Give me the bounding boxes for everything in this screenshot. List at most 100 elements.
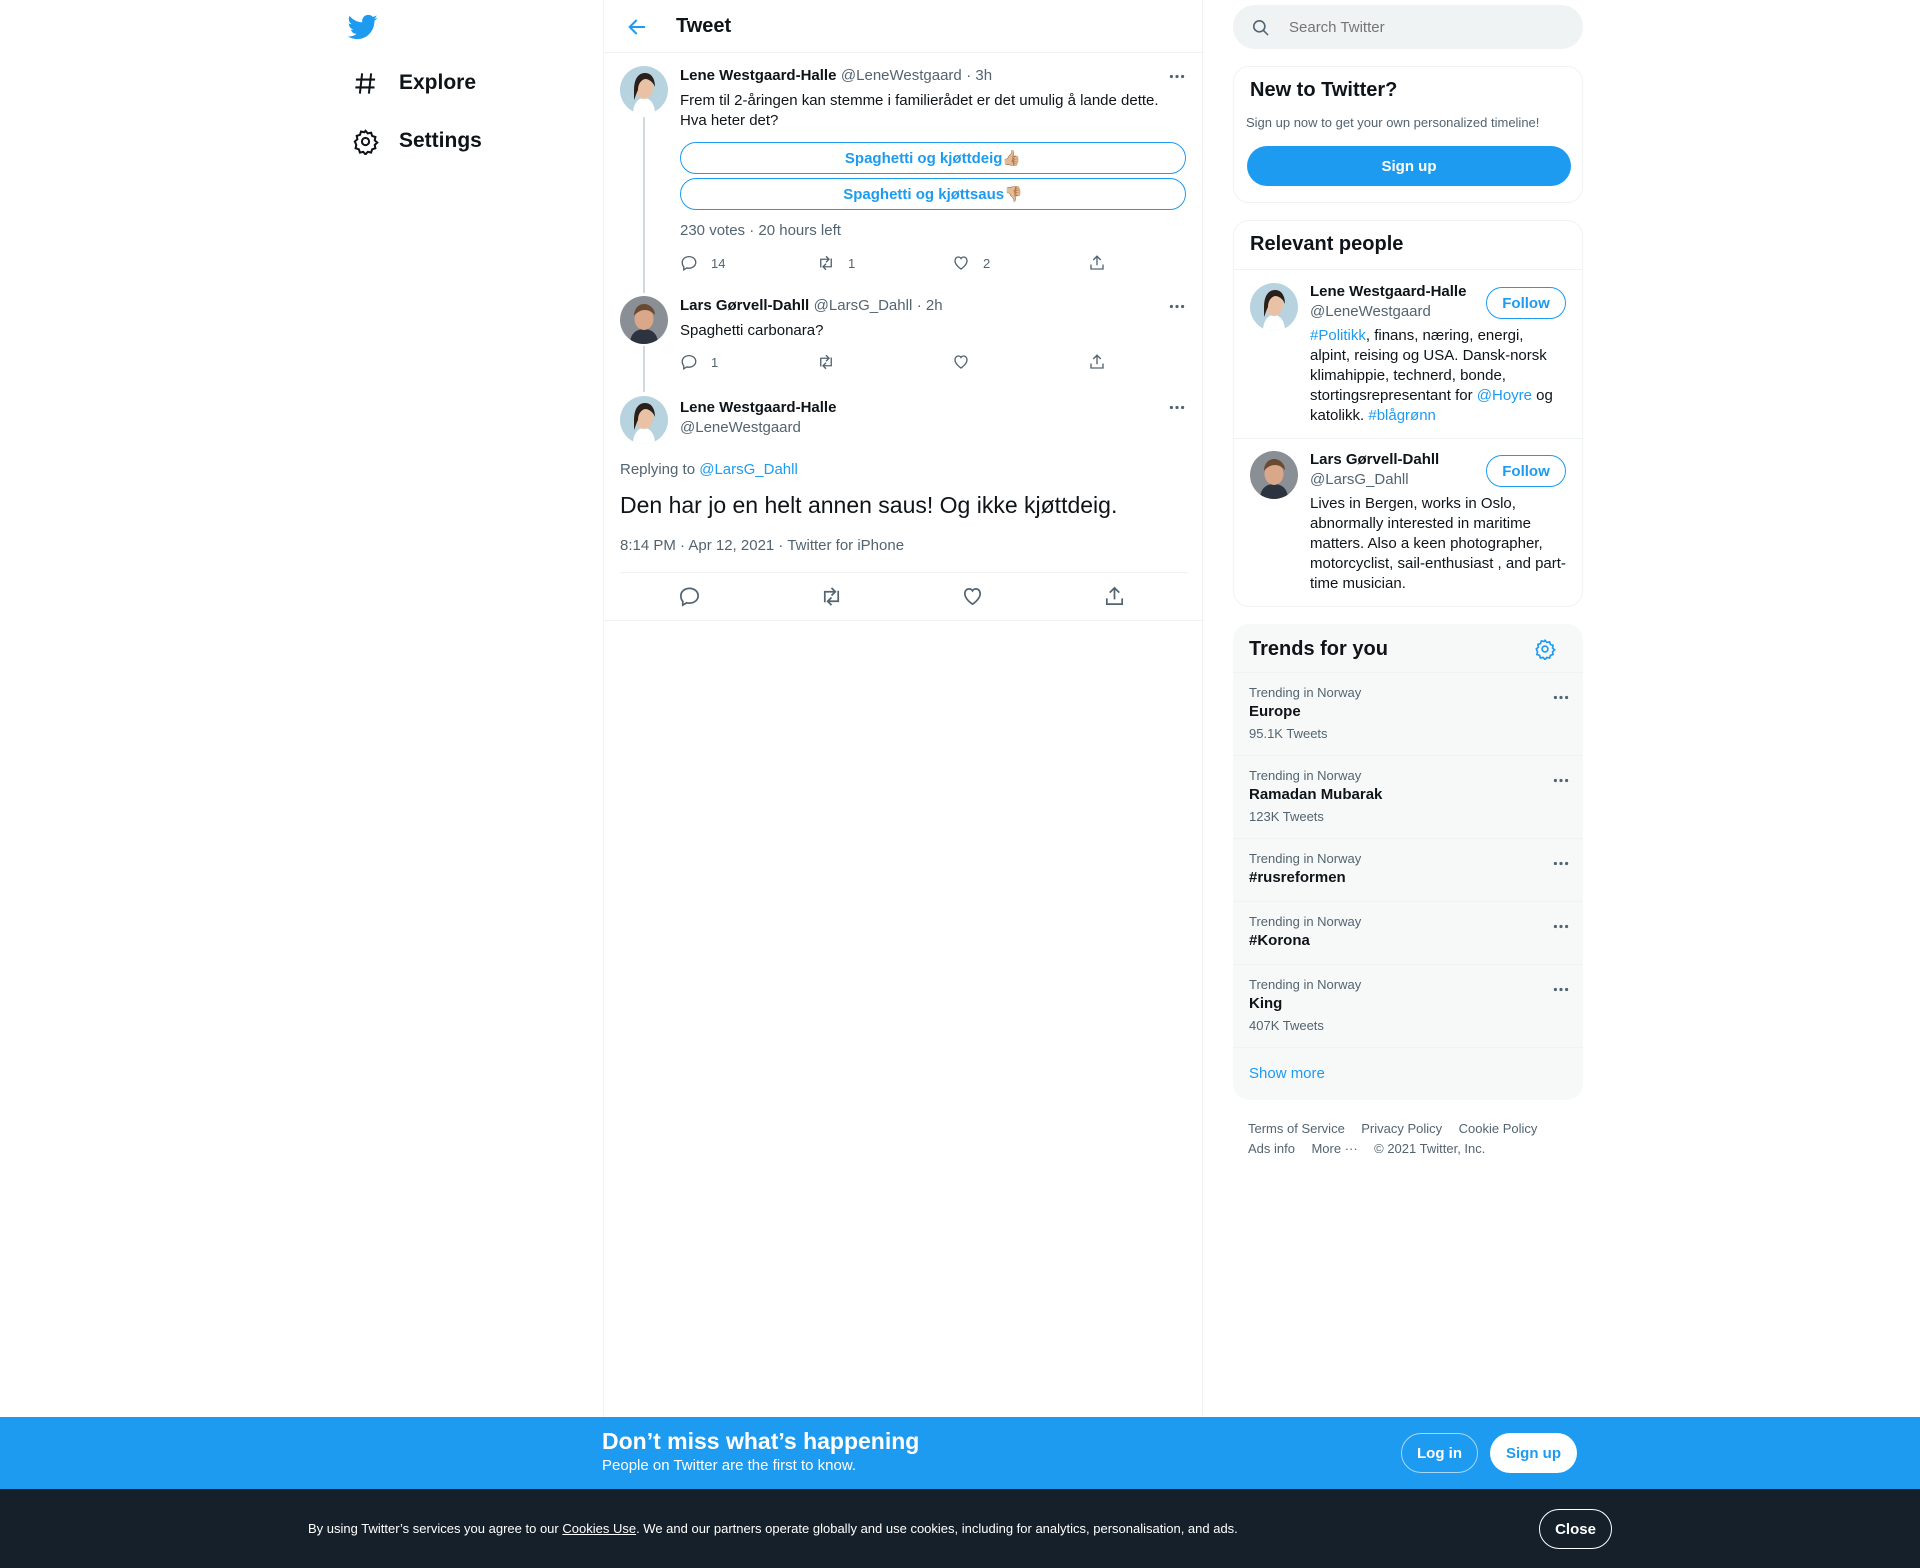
- like-button[interactable]: 2: [952, 254, 990, 272]
- more-options-icon[interactable]: [1551, 979, 1571, 999]
- tweet-text-line: Frem til 2-åringen kan stemme i familier…: [680, 92, 1159, 109]
- reply-count: 14: [711, 255, 726, 271]
- main-tweet: Lene Westgaard-Halle @LeneWestgaard Repl…: [604, 386, 1204, 621]
- reply-icon: [680, 254, 711, 272]
- cookies-use-link[interactable]: Cookies Use: [562, 1521, 636, 1536]
- share-button[interactable]: [1088, 254, 1119, 272]
- terms-link[interactable]: Terms of Service: [1248, 1121, 1345, 1136]
- heart-icon[interactable]: [961, 585, 984, 608]
- share-icon[interactable]: [1103, 585, 1126, 608]
- login-button[interactable]: Log in: [1401, 1433, 1478, 1473]
- person-item[interactable]: Lene Westgaard-Halle @LeneWestgaard Foll…: [1234, 270, 1582, 439]
- reply-icon[interactable]: [678, 585, 701, 608]
- footer-links: Terms of Service Privacy Policy Cookie P…: [1248, 1119, 1578, 1159]
- trend-context: Trending in Norway: [1249, 685, 1362, 700]
- avatar[interactable]: [1250, 451, 1298, 499]
- card-title: Trends for you: [1249, 638, 1388, 660]
- share-icon: [1088, 353, 1119, 371]
- thread-tweet[interactable]: Lene Westgaard-Halle @LeneWestgaard · 3h…: [604, 54, 1204, 286]
- heart-icon: [952, 254, 983, 272]
- cookie-text: By using Twitter’s services you agree to…: [308, 1521, 1238, 1536]
- more-options-icon[interactable]: [1166, 396, 1188, 418]
- avatar[interactable]: [620, 296, 668, 344]
- follow-button[interactable]: Follow: [1486, 455, 1566, 487]
- trend-count: 123K Tweets: [1249, 809, 1324, 824]
- signup-banner: Don’t miss what’s happening People on Tw…: [0, 1417, 1920, 1489]
- privacy-link[interactable]: Privacy Policy: [1361, 1121, 1442, 1136]
- person-handle[interactable]: @LeneWestgaard: [1310, 303, 1431, 320]
- hashtag-link[interactable]: #blågrønn: [1368, 407, 1436, 424]
- tweet-time[interactable]: · 2h: [917, 297, 943, 314]
- reply-button[interactable]: 14: [680, 254, 725, 272]
- share-button[interactable]: [1088, 353, 1119, 371]
- more-options-icon[interactable]: [1166, 295, 1188, 317]
- person-item[interactable]: Lars Gørvell-Dahll @LarsG_Dahll Follow L…: [1234, 439, 1582, 607]
- more-options-icon[interactable]: [1166, 65, 1188, 87]
- person-name[interactable]: Lars Gørvell-Dahll: [1310, 451, 1439, 468]
- search-input[interactable]: [1289, 16, 1559, 38]
- card-title: New to Twitter?: [1250, 79, 1398, 101]
- trend-item[interactable]: Trending in Norway Ramadan Mubarak 123K …: [1233, 756, 1583, 839]
- trend-item[interactable]: Trending in Norway King 407K Tweets: [1233, 965, 1583, 1048]
- author-handle[interactable]: @LarsG_Dahll: [814, 297, 913, 314]
- twitter-logo-icon[interactable]: [348, 12, 378, 42]
- nav-explore[interactable]: Explore: [352, 59, 476, 107]
- author-name[interactable]: Lene Westgaard-Halle: [680, 67, 836, 84]
- cookie-policy-link[interactable]: Cookie Policy: [1459, 1121, 1538, 1136]
- replying-to-link[interactable]: @LarsG_Dahll: [699, 461, 798, 478]
- thread-tweet[interactable]: Lars Gørvell-Dahll @LarsG_Dahll · 2h Spa…: [604, 286, 1204, 386]
- heart-icon: [952, 353, 983, 371]
- search-box[interactable]: [1233, 5, 1583, 49]
- retweet-button[interactable]: 1: [817, 254, 855, 272]
- card-subtitle: Sign up now to get your own personalized…: [1246, 115, 1540, 130]
- more-options-icon[interactable]: [1551, 770, 1571, 790]
- trend-item[interactable]: Trending in Norway #rusreformen: [1233, 839, 1583, 902]
- back-arrow-icon[interactable]: [626, 16, 648, 38]
- tweet-column: Tweet Lene Westgaard-Halle @LeneWestgaar…: [603, 0, 1204, 1420]
- person-bio: #Politikk, finans, næring, energi, alpin…: [1310, 326, 1553, 426]
- right-sidebar: New to Twitter? Sign up now to get your …: [1233, 0, 1583, 1420]
- more-options-icon[interactable]: [1551, 853, 1571, 873]
- signup-button[interactable]: Sign up: [1490, 1433, 1577, 1473]
- tweet-timestamp[interactable]: 8:14 PM · Apr 12, 2021 · Twitter for iPh…: [620, 537, 904, 554]
- person-handle[interactable]: @LarsG_Dahll: [1310, 471, 1409, 488]
- author-name[interactable]: Lene Westgaard-Halle: [680, 399, 836, 416]
- person-name[interactable]: Lene Westgaard-Halle: [1310, 283, 1466, 300]
- hashtag-link[interactable]: #Politikk: [1310, 327, 1366, 344]
- avatar[interactable]: [620, 66, 668, 114]
- poll-option[interactable]: Spaghetti og kjøttdeig👍🏼: [680, 142, 1186, 174]
- author-handle[interactable]: @LeneWestgaard: [680, 419, 801, 436]
- more-options-icon[interactable]: [1551, 916, 1571, 936]
- cookie-text-end: . We and our partners operate globally a…: [636, 1521, 1238, 1536]
- like-button[interactable]: [952, 353, 983, 371]
- gear-icon: [352, 128, 399, 155]
- show-more-link[interactable]: Show more: [1249, 1065, 1325, 1082]
- trend-item[interactable]: Trending in Norway Europe 95.1K Tweets: [1233, 673, 1583, 756]
- page-title: Tweet: [676, 15, 732, 37]
- ads-info-link[interactable]: Ads info: [1248, 1141, 1295, 1156]
- close-button[interactable]: Close: [1539, 1509, 1612, 1549]
- retweet-icon[interactable]: [820, 585, 843, 608]
- left-navigation: Explore Settings: [340, 0, 600, 1420]
- cookie-banner: By using Twitter’s services you agree to…: [0, 1489, 1920, 1568]
- tweet-time[interactable]: · 3h: [966, 67, 992, 84]
- bio-text: abnormally interested in maritime: [1310, 515, 1531, 532]
- reply-button[interactable]: 1: [680, 353, 718, 371]
- nav-settings[interactable]: Settings: [352, 117, 482, 165]
- more-link[interactable]: More ···: [1311, 1141, 1357, 1156]
- settings-gear-icon[interactable]: [1534, 638, 1556, 660]
- more-options-icon[interactable]: [1551, 687, 1571, 707]
- trend-item[interactable]: Trending in Norway #Korona: [1233, 902, 1583, 965]
- retweet-icon: [817, 254, 848, 272]
- avatar[interactable]: [620, 396, 668, 444]
- author-name[interactable]: Lars Gørvell-Dahll: [680, 297, 809, 314]
- retweet-button[interactable]: [817, 353, 848, 371]
- hashtag-icon: [352, 70, 399, 97]
- avatar[interactable]: [1250, 283, 1298, 331]
- mention-link[interactable]: @Hoyre: [1477, 387, 1532, 404]
- poll-option[interactable]: Spaghetti og kjøttsaus👎🏼: [680, 178, 1186, 210]
- signup-button[interactable]: Sign up: [1247, 146, 1571, 186]
- author-handle[interactable]: @LeneWestgaard: [841, 67, 962, 84]
- follow-button[interactable]: Follow: [1486, 287, 1566, 319]
- trend-context: Trending in Norway: [1249, 977, 1362, 992]
